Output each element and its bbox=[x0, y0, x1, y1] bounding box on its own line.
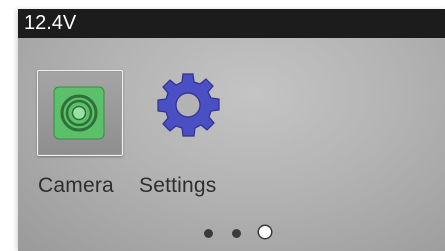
camera-icon bbox=[53, 86, 105, 140]
page-indicator bbox=[204, 226, 284, 240]
app-label-settings: Settings bbox=[139, 174, 217, 197]
page-dot-1[interactable] bbox=[204, 229, 213, 238]
voltage-readout: 12.4V bbox=[24, 12, 77, 34]
gear-icon[interactable] bbox=[153, 72, 223, 142]
page-dot-3-active[interactable] bbox=[259, 226, 271, 238]
app-label-camera: Camera bbox=[38, 174, 114, 197]
camera-tile[interactable] bbox=[37, 70, 123, 156]
status-bar: 12.4V bbox=[18, 9, 445, 38]
device-screen: 12.4V Camera Settings bbox=[18, 9, 445, 251]
page-dot-2[interactable] bbox=[232, 229, 241, 238]
